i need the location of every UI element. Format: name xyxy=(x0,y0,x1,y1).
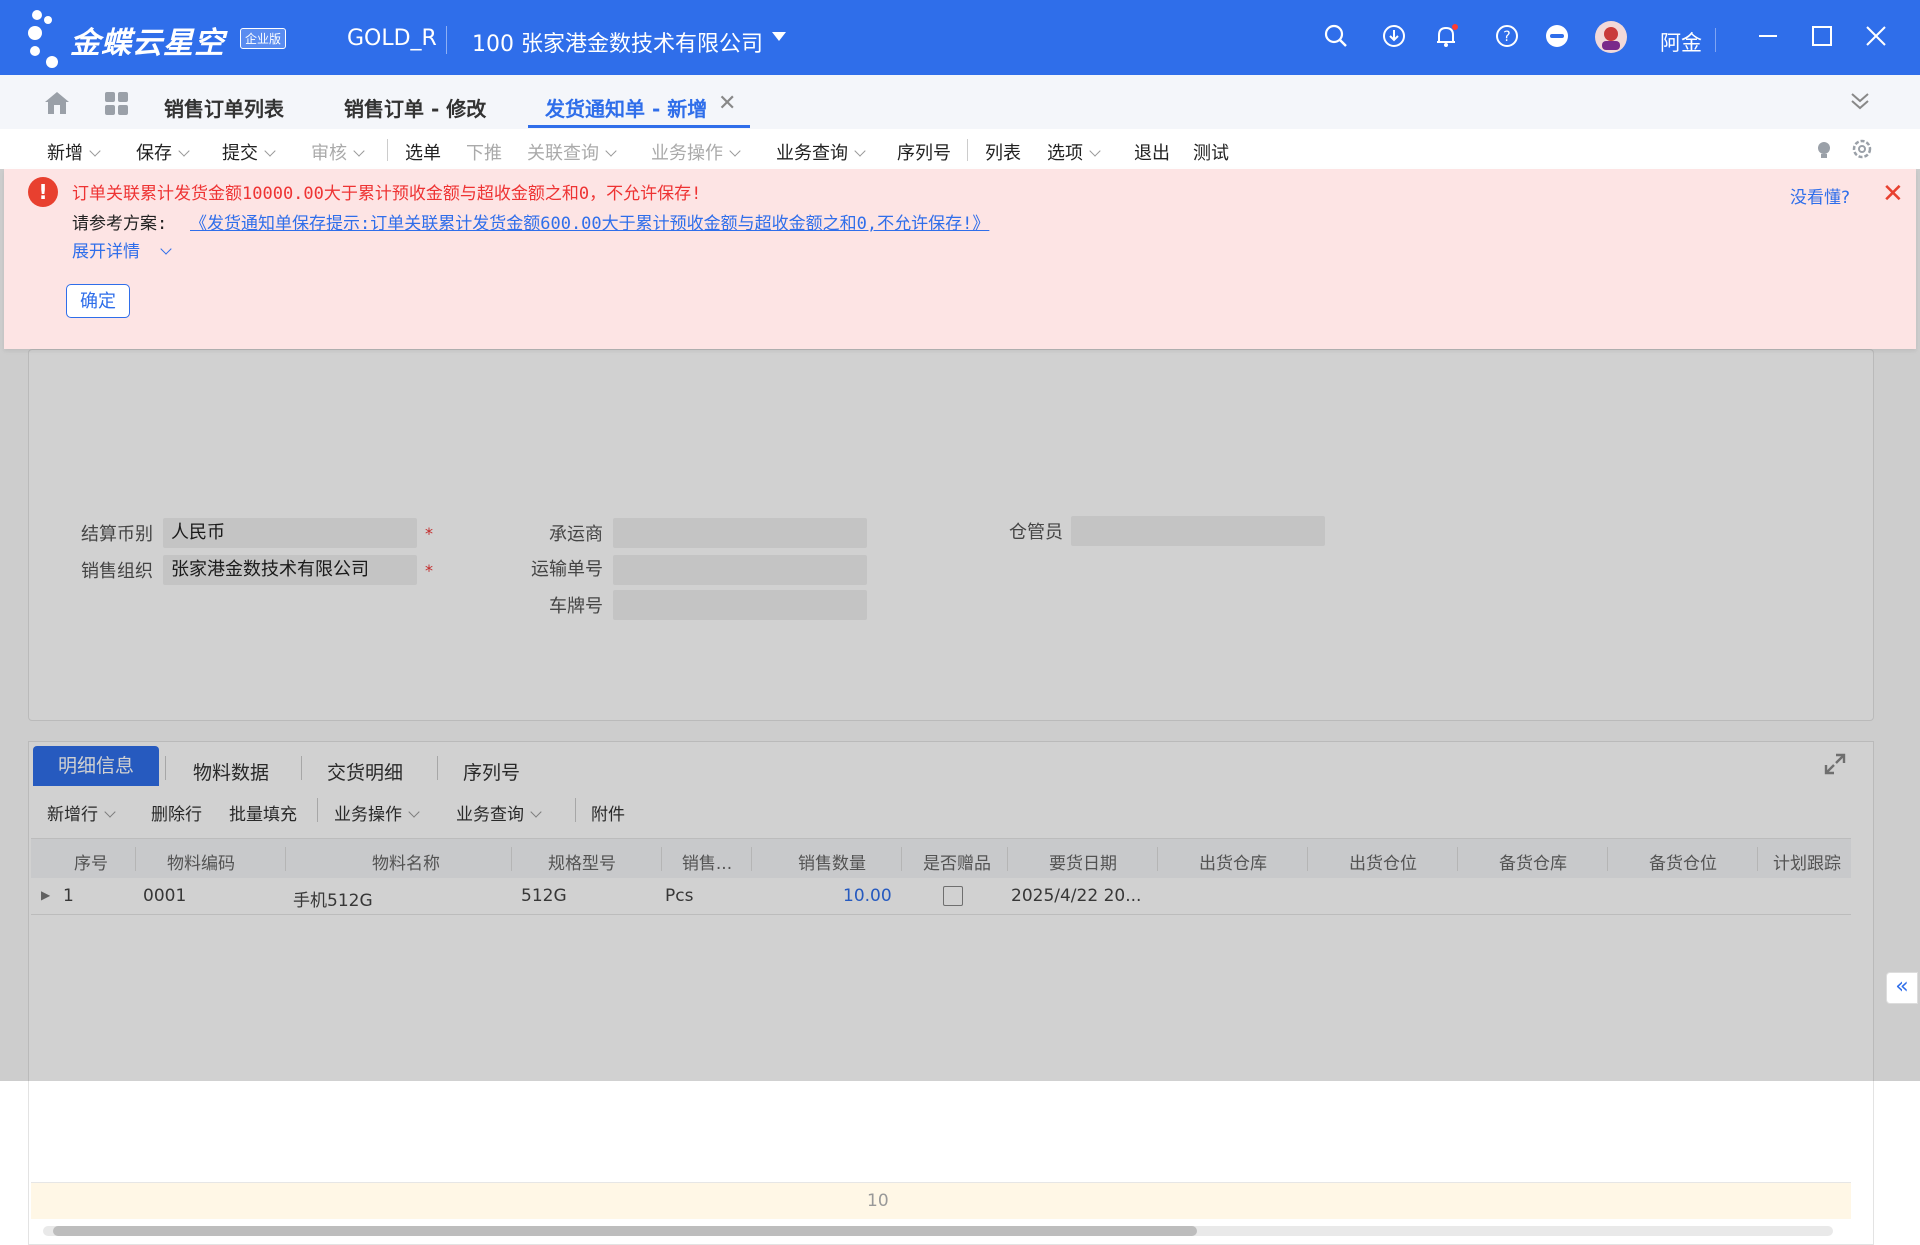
user-name[interactable]: 阿金 xyxy=(1660,27,1702,57)
error-icon: ! xyxy=(28,177,58,207)
reference-label: 请参考方案: xyxy=(72,214,168,234)
audit-button[interactable]: 审核 xyxy=(311,139,365,165)
collapse-side-panel-icon[interactable]: « xyxy=(1886,972,1918,1004)
select-bill-button[interactable]: 选单 xyxy=(405,139,441,165)
tab-bar: 销售订单列表 销售订单 - 修改 发货通知单 - 新增 ✕ xyxy=(0,75,1920,129)
divider xyxy=(387,139,388,161)
scrollbar-thumb[interactable] xyxy=(53,1226,1197,1236)
apps-grid-icon[interactable] xyxy=(104,91,130,121)
exit-button[interactable]: 退出 xyxy=(1134,139,1170,165)
tab-sales-order-edit[interactable]: 销售订单 - 修改 xyxy=(344,93,486,122)
minimize-icon[interactable] xyxy=(1754,22,1782,50)
database-name[interactable]: GOLD_R xyxy=(347,26,437,51)
edition-badge: 企业版 xyxy=(240,28,287,49)
org-dropdown-icon[interactable] xyxy=(772,32,786,41)
tab-delivery-notice-new[interactable]: 发货通知单 - 新增 xyxy=(545,93,707,122)
home-icon[interactable] xyxy=(42,89,72,121)
avatar[interactable] xyxy=(1594,20,1628,54)
list-button[interactable]: 列表 xyxy=(985,139,1021,165)
business-operation-button[interactable]: 业务操作 xyxy=(651,139,741,165)
brand-name: 金蝶云星空 xyxy=(70,26,225,61)
divider xyxy=(1715,28,1716,52)
lightbulb-icon[interactable] xyxy=(1812,137,1836,165)
close-tab-icon[interactable]: ✕ xyxy=(718,93,736,115)
confirm-button[interactable]: 确定 xyxy=(66,284,130,318)
new-button[interactable]: 新增 xyxy=(47,139,101,165)
footer-total-qty: 10 xyxy=(867,1191,889,1211)
svg-text:?: ? xyxy=(1503,29,1510,45)
reference-solution-link[interactable]: 《发货通知单保存提示:订单关联累计发货金额600.00大于累计预收金额与超收金额… xyxy=(190,209,989,234)
save-button[interactable]: 保存 xyxy=(136,139,190,165)
options-button[interactable]: 选项 xyxy=(1047,139,1101,165)
horizontal-scrollbar[interactable] xyxy=(43,1226,1833,1236)
push-down-button[interactable]: 下推 xyxy=(466,139,502,165)
active-tab-indicator xyxy=(528,125,750,128)
error-message: 订单关联累计发货金额10000.00大于累计预收金额与超收金额之和0，不允许保存… xyxy=(72,184,702,204)
collapse-tabs-icon[interactable] xyxy=(1848,89,1872,117)
close-banner-icon[interactable]: ✕ xyxy=(1882,181,1904,207)
download-icon[interactable] xyxy=(1380,22,1408,50)
tab-sales-order-list[interactable]: 销售订单列表 xyxy=(164,93,284,122)
status-icon[interactable] xyxy=(1543,22,1571,50)
divider xyxy=(967,139,968,161)
grid-footer: 10 xyxy=(31,1182,1851,1219)
search-icon[interactable] xyxy=(1322,22,1350,50)
test-button[interactable]: 测试 xyxy=(1193,139,1229,165)
help-icon[interactable]: ? xyxy=(1493,22,1521,50)
related-query-button[interactable]: 关联查询 xyxy=(527,139,617,165)
toolbar: 新增 保存 提交 审核 选单 下推 关联查询 业务操作 业务查询 序列号 列表 … xyxy=(0,129,1920,169)
maximize-icon[interactable] xyxy=(1808,22,1836,50)
close-window-icon[interactable] xyxy=(1862,22,1890,50)
expand-details-link[interactable]: 展开详情 xyxy=(72,237,172,262)
serial-number-button[interactable]: 序列号 xyxy=(897,139,951,165)
business-query-button[interactable]: 业务查询 xyxy=(776,139,866,165)
org-selector[interactable]: 100 张家港金数技术有限公司 xyxy=(472,26,763,58)
settings-gear-icon[interactable] xyxy=(1850,137,1874,165)
notification-bell-icon[interactable] xyxy=(1432,22,1460,50)
title-bar: 金蝶云星空 企业版 GOLD_R 100 张家港金数技术有限公司 ? 阿金 xyxy=(0,0,1920,75)
submit-button[interactable]: 提交 xyxy=(222,139,276,165)
divider xyxy=(446,26,447,54)
error-banner: ! 订单关联累计发货金额10000.00大于累计预收金额与超收金额之和0，不允许… xyxy=(4,169,1916,349)
help-link[interactable]: 没看懂? xyxy=(1790,183,1850,208)
